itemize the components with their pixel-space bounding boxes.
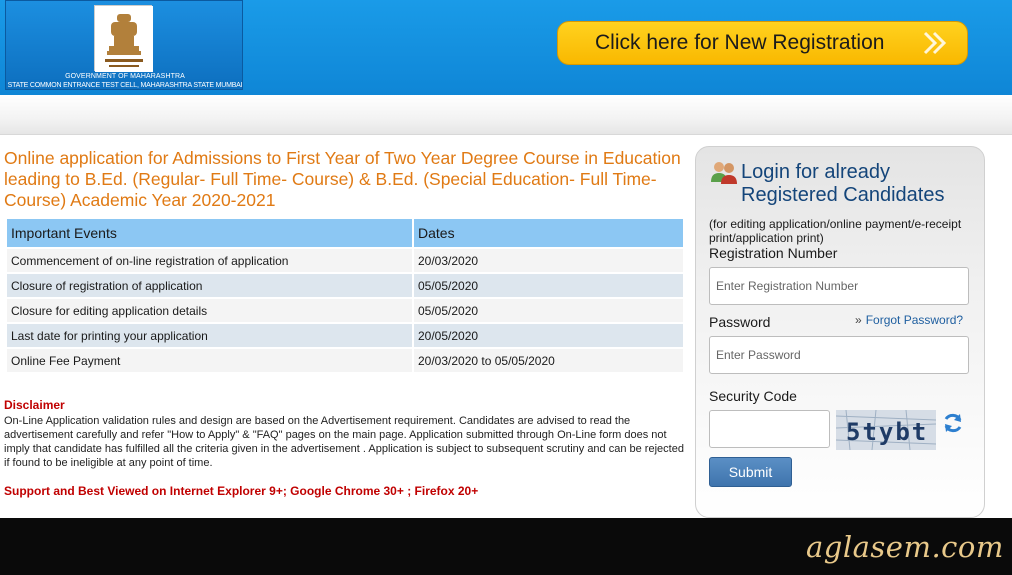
login-subtitle: (for editing application/online payment/… [709,217,962,245]
sub-navigation-bar [0,95,1012,135]
registration-number-input[interactable] [709,267,969,305]
submit-button[interactable]: Submit [709,457,792,487]
login-title: Login for already Registered Candidates [741,161,945,206]
event-cell: Commencement of on-line registration of … [7,249,412,272]
forgot-password-label: Forgot Password? [865,313,964,327]
date-cell: 20/03/2020 [414,249,683,272]
logo-text-line1: GOVERNMENT OF MAHARASHTRA [65,73,185,80]
new-registration-button[interactable]: Click here for New Registration [557,21,968,65]
table-row: Commencement of on-line registration of … [7,249,683,272]
event-cell: Closure for editing application details [7,299,412,322]
column-header-dates: Dates [414,219,683,247]
double-chevron-right-icon: » [855,313,862,327]
password-input[interactable] [709,336,969,374]
security-code-label: Security Code [709,388,797,404]
logo-text-line2: STATE COMMON ENTRANCE TEST CELL, MAHARAS… [7,82,243,89]
table-row: Last date for printing your application … [7,324,683,347]
date-cell: 05/05/2020 [414,274,683,297]
column-header-events: Important Events [7,219,412,247]
disclaimer-text: On-Line Application validation rules and… [4,415,684,469]
users-icon [710,160,738,191]
watermark-logo: aglasem.com [806,530,1004,564]
date-cell: 05/05/2020 [414,299,683,322]
double-chevron-right-icon [922,29,948,62]
site-header: GOVERNMENT OF MAHARASHTRA STATE COMMON E… [0,0,1012,95]
date-cell: 20/03/2020 to 05/05/2020 [414,349,683,372]
important-events-table: Important Events Dates Commencement of o… [5,217,685,374]
password-label: Password [709,314,771,330]
forgot-password-link[interactable]: » Forgot Password? [855,313,963,327]
event-cell: Online Fee Payment [7,349,412,372]
date-cell: 20/05/2020 [414,324,683,347]
captcha-image: 5tybt [835,409,937,451]
refresh-icon[interactable] [942,412,964,439]
event-cell: Closure of registration of application [7,274,412,297]
captcha-text: 5tybt [846,418,928,446]
disclaimer-heading: Disclaimer [4,398,65,412]
table-row: Closure of registration of application 0… [7,274,683,297]
state-emblem-icon [94,5,153,72]
table-row: Closure for editing application details … [7,299,683,322]
registration-number-label: Registration Number [709,245,838,261]
browser-support-note: Support and Best Viewed on Internet Expl… [4,484,479,498]
table-row: Online Fee Payment 20/03/2020 to 05/05/2… [7,349,683,372]
table-header-row: Important Events Dates [7,219,683,247]
event-cell: Last date for printing your application [7,324,412,347]
new-registration-label: Click here for New Registration [595,31,885,54]
page-title: Online application for Admissions to Fir… [4,148,681,210]
logo[interactable]: GOVERNMENT OF MAHARASHTRA STATE COMMON E… [5,0,243,90]
security-code-input[interactable] [709,410,830,448]
